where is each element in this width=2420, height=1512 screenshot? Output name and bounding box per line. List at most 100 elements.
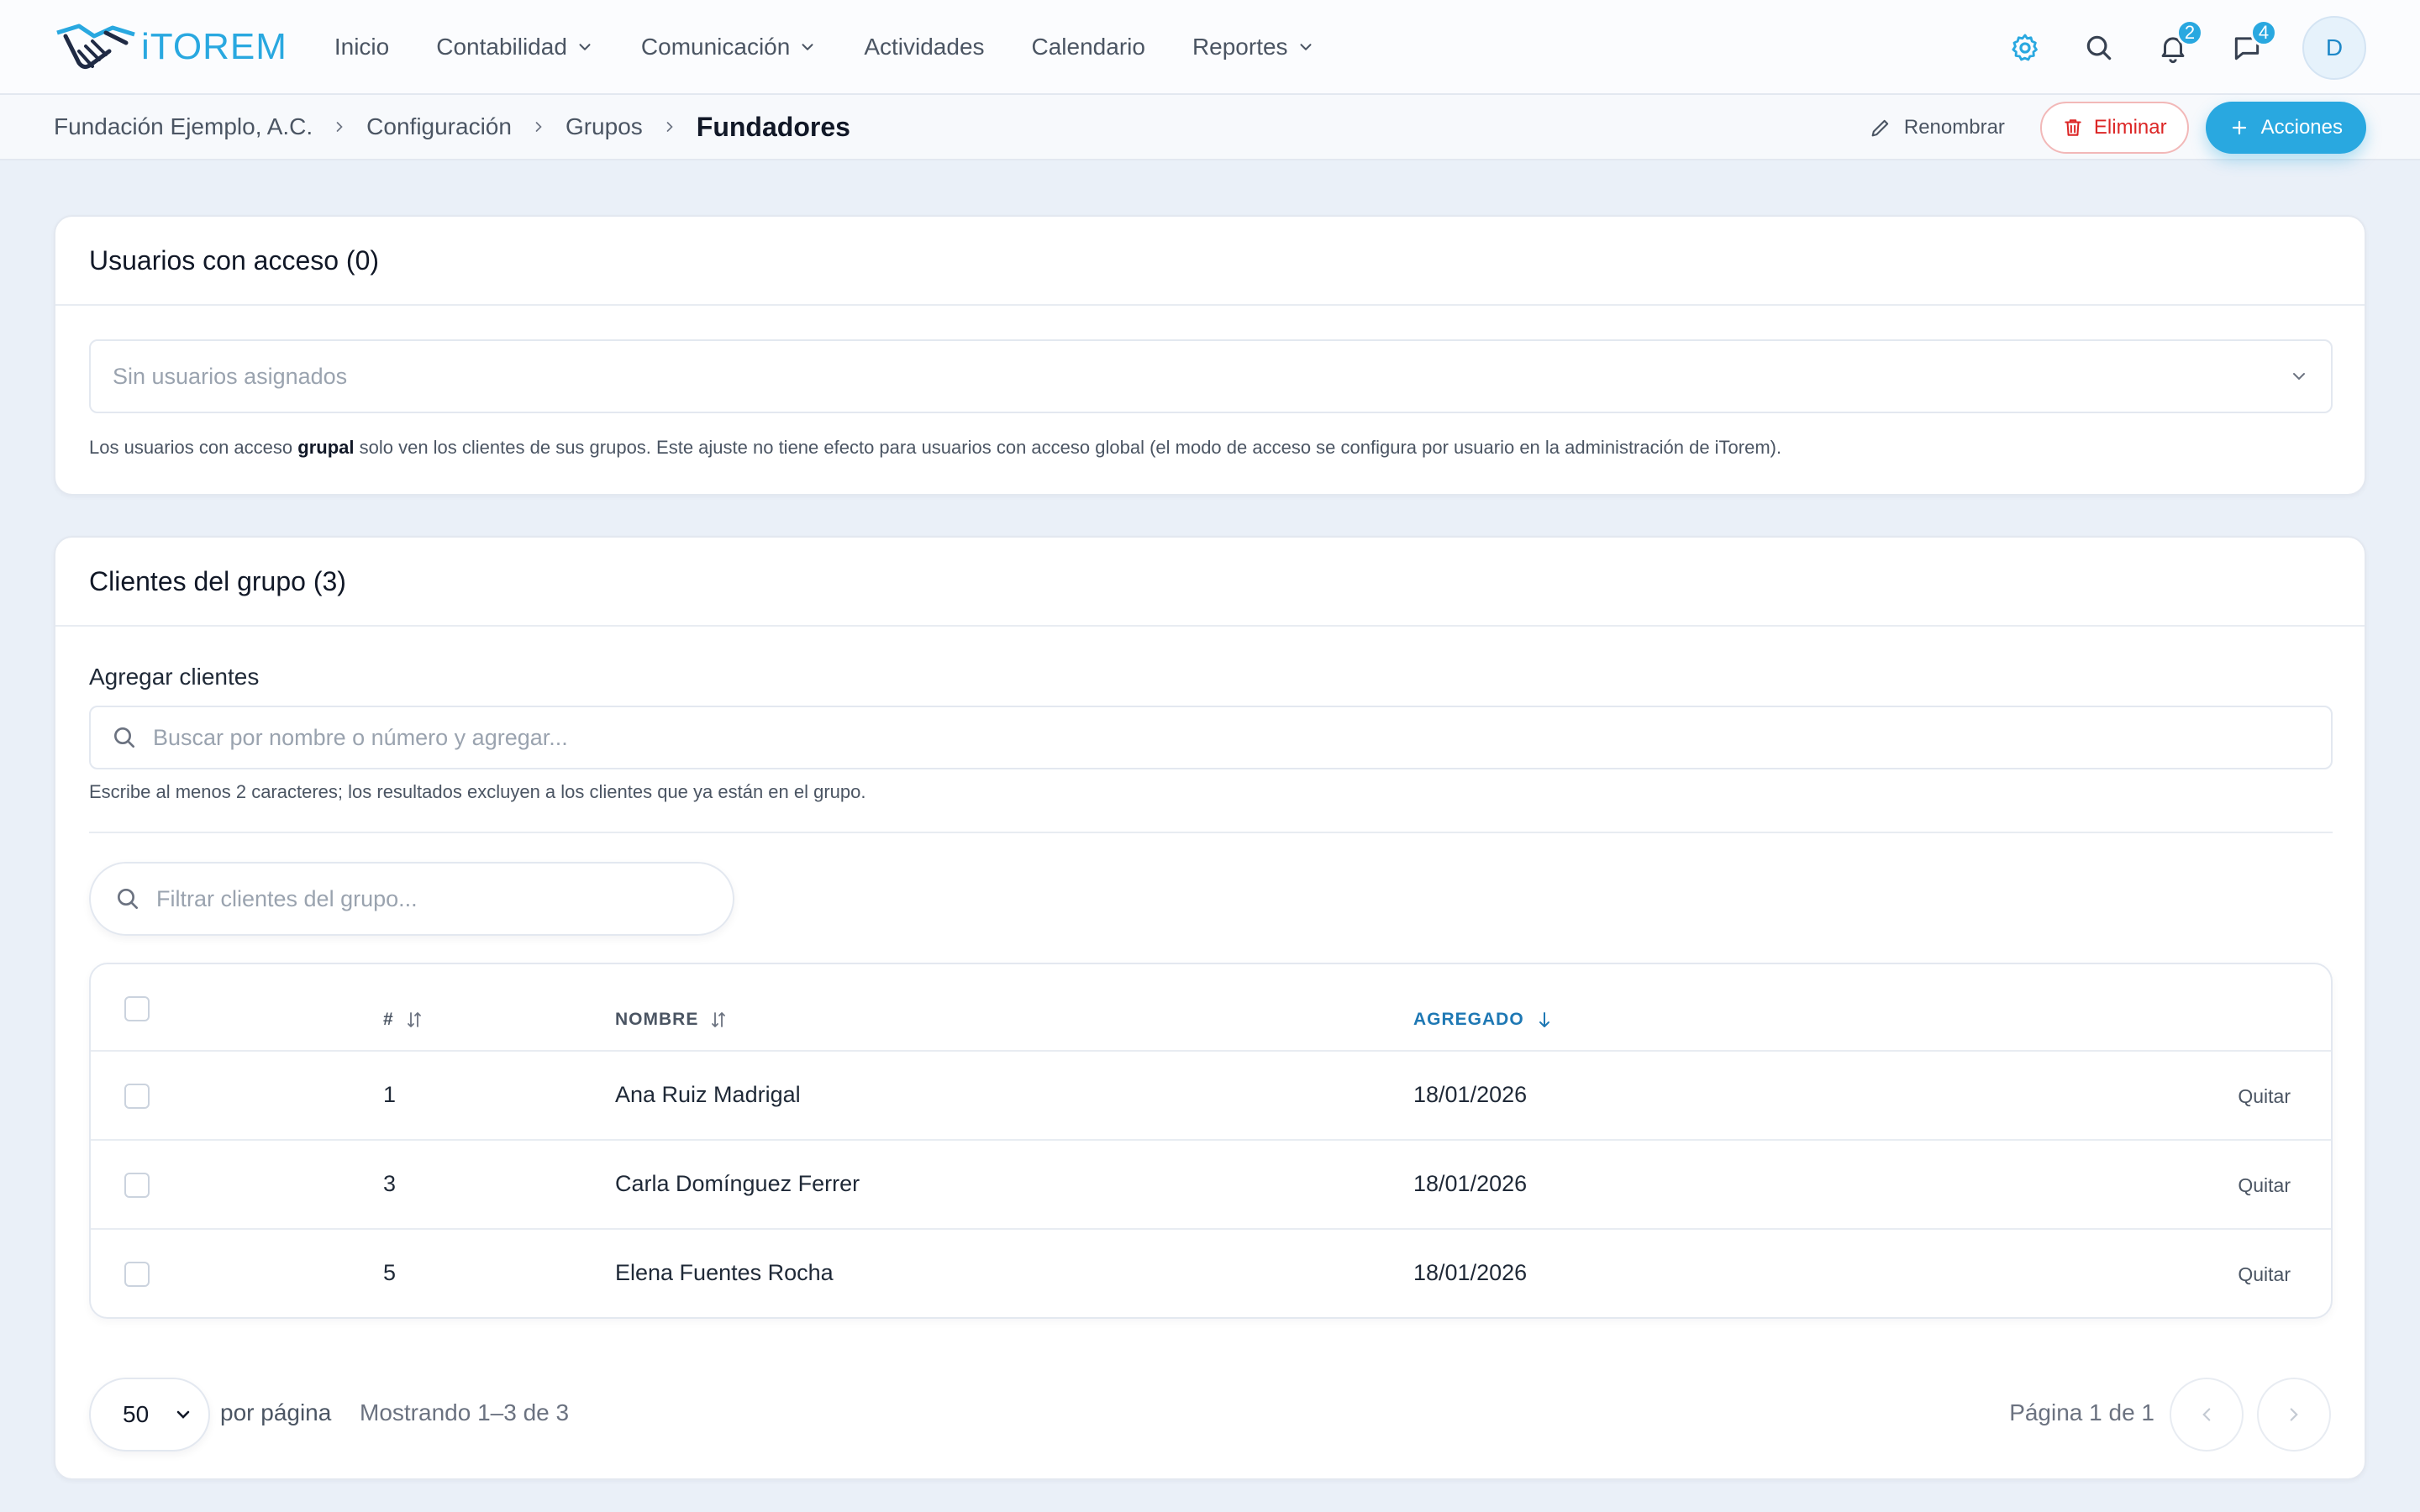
per-page-label: por página	[220, 1399, 332, 1425]
select-placeholder: Sin usuarios asignados	[113, 363, 348, 389]
card-title: Clientes del grupo (3)	[55, 538, 2365, 627]
row-added-date: 18/01/2026	[1413, 1171, 1528, 1196]
remove-button[interactable]: Quitar	[2238, 1174, 2291, 1197]
page-size-value: 50	[123, 1401, 150, 1427]
nav-item-actividades[interactable]: Actividades	[864, 34, 984, 60]
access-note-text: Los usuarios con acceso	[89, 437, 298, 458]
rename-button[interactable]: Renombrar	[1850, 102, 2023, 154]
chevron-right-icon	[535, 122, 542, 132]
chevron-right-icon	[336, 122, 343, 132]
row-number: 5	[383, 1260, 397, 1285]
sort-icon	[712, 1012, 726, 1027]
access-note-text: solo ven los clientes de sus grupos. Est…	[354, 437, 1782, 458]
plus-icon	[2232, 120, 2246, 135]
column-header-name[interactable]: NOMBRE	[615, 1010, 729, 1030]
search-icon	[114, 727, 134, 748]
column-header-label: #	[383, 1010, 394, 1029]
app-logo[interactable]: iTOREM	[54, 18, 287, 76]
row-checkbox[interactable]	[124, 1262, 150, 1287]
prev-page-button[interactable]	[2170, 1378, 2244, 1452]
nav-item-label: Calendario	[1031, 33, 1145, 60]
page-info: Página 1 de 1	[2009, 1399, 2154, 1425]
column-header-label: AGREGADO	[1413, 1010, 1524, 1029]
column-header-label: NOMBRE	[615, 1010, 699, 1029]
row-name: Elena Fuentes Rocha	[615, 1260, 834, 1285]
page-actions: Renombrar Eliminar Acciones	[1850, 95, 2366, 160]
chevron-down-icon	[2293, 373, 2305, 381]
arrow-down-icon	[1539, 1012, 1549, 1027]
notifications-button[interactable]: 2	[2154, 18, 2203, 66]
nav-item-inicio[interactable]: Inicio	[334, 34, 389, 60]
settings-button[interactable]	[2007, 29, 2044, 66]
main-nav: Inicio Contabilidad Comunicación Activid…	[334, 34, 1362, 60]
messages-button[interactable]: 4	[2228, 18, 2277, 66]
add-client-hint: Escribe al menos 2 caracteres; los resul…	[89, 781, 866, 802]
clients-table: # NOMBRE AGREGADO 1 Ana Ruiz Madrigal 18…	[89, 963, 2333, 1319]
page-size-select[interactable]: 50	[89, 1378, 210, 1452]
chevron-down-icon	[579, 43, 591, 50]
pencil-icon	[1871, 119, 1889, 137]
nav-item-contabilidad[interactable]: Contabilidad	[436, 34, 594, 60]
page-title: Fundadores	[696, 111, 850, 142]
nav-item-calendario[interactable]: Calendario	[1032, 34, 1145, 60]
top-icons: 2 4 D	[2007, 0, 2366, 95]
table-row: 1 Ana Ruiz Madrigal 18/01/2026 Quitar	[91, 1052, 2331, 1141]
row-name: Carla Domínguez Ferrer	[615, 1171, 860, 1196]
table-row: 3 Carla Domínguez Ferrer 18/01/2026 Quit…	[91, 1141, 2331, 1230]
breadcrumb: Fundación Ejemplo, A.C. Configuración Gr…	[54, 112, 850, 143]
nav-item-comunicacion[interactable]: Comunicación	[641, 34, 817, 60]
row-name: Ana Ruiz Madrigal	[615, 1082, 801, 1107]
actions-label: Acciones	[2260, 116, 2343, 139]
rename-label: Renombrar	[1903, 116, 2005, 139]
nav-item-label: Reportes	[1192, 33, 1288, 60]
handshake-logo-icon	[56, 24, 135, 69]
nav-item-label: Actividades	[864, 33, 985, 60]
row-added-date: 18/01/2026	[1413, 1260, 1528, 1285]
breadcrumb-item-grupos[interactable]: Grupos	[566, 113, 643, 140]
top-navbar: iTOREM Inicio Contabilidad Comunicación …	[0, 0, 2420, 95]
column-header-added[interactable]: AGREGADO	[1413, 1010, 1555, 1030]
access-note-bold: grupal	[297, 437, 355, 458]
remove-button[interactable]: Quitar	[2238, 1085, 2291, 1108]
chevron-down-icon	[1300, 43, 1312, 50]
trash-icon	[2065, 119, 2081, 136]
nav-item-label: Contabilidad	[436, 33, 567, 60]
search-button[interactable]	[2081, 29, 2118, 66]
showing-count: Mostrando 1–3 de 3	[360, 1399, 570, 1425]
avatar[interactable]: D	[2302, 15, 2366, 80]
search-icon	[118, 889, 138, 909]
delete-button[interactable]: Eliminar	[2039, 102, 2189, 154]
add-clients-label: Agregar clientes	[89, 664, 260, 690]
row-checkbox[interactable]	[124, 1173, 150, 1198]
table-row: 5 Elena Fuentes Rocha 18/01/2026 Quitar	[91, 1230, 2331, 1317]
chevron-left-icon	[2202, 1408, 2211, 1421]
nav-item-reportes[interactable]: Reportes	[1192, 34, 1315, 60]
access-note: Los usuarios con acceso grupal solo ven …	[89, 437, 1781, 459]
breadcrumb-bar: Fundación Ejemplo, A.C. Configuración Gr…	[0, 95, 2420, 160]
gear-icon	[2012, 34, 2038, 60]
assigned-users-select[interactable]: Sin usuarios asignados	[89, 339, 2333, 413]
chevron-down-icon	[802, 43, 813, 50]
sort-icon	[407, 1012, 421, 1027]
add-client-search-input[interactable]: Buscar por nombre o número y agregar...	[89, 706, 2333, 769]
select-all-checkbox[interactable]	[124, 996, 150, 1021]
logo-text: iTOREM	[141, 25, 287, 67]
divider	[89, 832, 2333, 833]
notifications-badge: 2	[2176, 18, 2203, 46]
access-users-card: Usuarios con acceso (0) Sin usuarios asi…	[54, 215, 2366, 496]
row-number: 1	[383, 1082, 397, 1107]
column-header-number[interactable]: #	[383, 1010, 424, 1030]
remove-button[interactable]: Quitar	[2238, 1263, 2291, 1286]
breadcrumb-item-configuracion[interactable]: Configuración	[366, 113, 512, 140]
actions-button[interactable]: Acciones	[2205, 102, 2366, 154]
chevron-right-icon	[2290, 1408, 2298, 1421]
group-clients-card: Clientes del grupo (3) Agregar clientes …	[54, 536, 2366, 1480]
chevron-right-icon	[666, 122, 673, 132]
filter-placeholder: Filtrar clientes del grupo...	[156, 885, 418, 911]
breadcrumb-item-organization[interactable]: Fundación Ejemplo, A.C.	[54, 113, 313, 140]
row-checkbox[interactable]	[124, 1084, 150, 1109]
next-page-button[interactable]	[2257, 1378, 2331, 1452]
filter-clients-input[interactable]: Filtrar clientes del grupo...	[89, 862, 734, 936]
chevron-down-icon	[176, 1410, 190, 1419]
row-number: 3	[383, 1171, 397, 1196]
